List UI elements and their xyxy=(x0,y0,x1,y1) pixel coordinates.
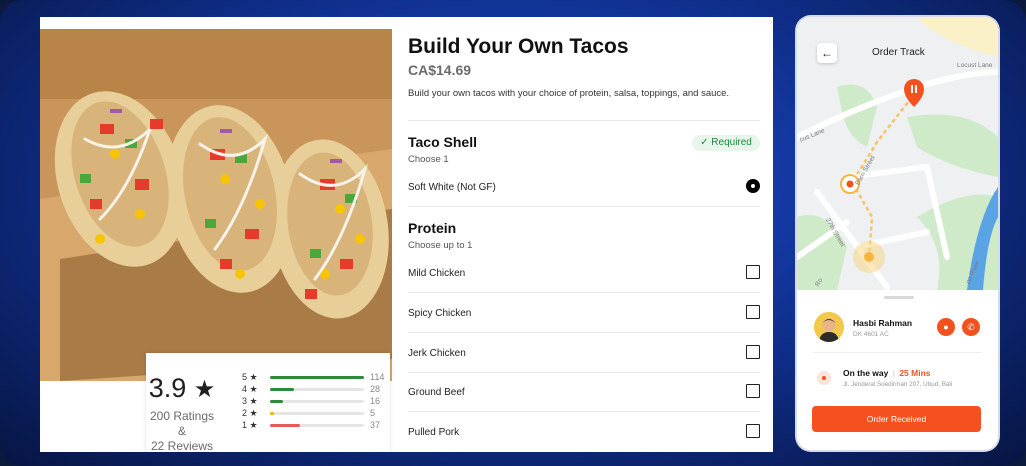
order-sheet: Hasbi Rahman DK 4601 AC ● ✆ On the way |… xyxy=(797,290,998,450)
ratings-text: 200 Ratings & xyxy=(149,409,215,438)
rating-bar-track xyxy=(270,400,364,403)
option-label: Soft White (Not GF) xyxy=(408,182,496,193)
rating-score: 3.9 ★ xyxy=(146,373,218,404)
option-label: Spicy Chicken xyxy=(408,308,472,319)
option-label: Jerk Chicken xyxy=(408,348,466,359)
status-divider: | xyxy=(892,368,895,378)
map[interactable]: ← Order Track Locust Lane cus Lane Barn … xyxy=(797,17,998,290)
option-label: Mild Chicken xyxy=(408,268,466,279)
option-label: Ground Beef xyxy=(408,387,465,398)
option-label: Pulled Pork xyxy=(408,427,460,438)
divider xyxy=(408,120,760,121)
rating-bar-label: 2 ★ xyxy=(242,408,258,418)
rating-bar-fill xyxy=(270,412,274,415)
taco-illustration xyxy=(40,29,392,381)
taco-shell-subtitle: Choose 1 xyxy=(408,154,449,165)
delivery-status: On the way | 25 Mins xyxy=(843,368,931,378)
rating-bar-label: 3 ★ xyxy=(242,396,258,406)
checkbox[interactable] xyxy=(746,345,760,359)
rating-bar-count: 16 xyxy=(370,396,381,406)
rating-bar-row: 4 ★ 28 xyxy=(242,383,386,395)
rating-summary: 3.9 ★ 200 Ratings & 22 Reviews 5 ★ 114 4 ★… xyxy=(146,353,390,452)
taco-shell-title: Taco Shell xyxy=(408,134,477,150)
status-eta: 25 Mins xyxy=(899,368,931,378)
checkbox[interactable] xyxy=(746,384,760,398)
divider xyxy=(408,372,760,373)
protein-title: Protein xyxy=(408,220,457,236)
rating-breakdown: 5 ★ 114 4 ★ 28 3 ★ 16 2 ★ 5 1 ★ 37 xyxy=(242,371,386,431)
product-title: Build Your Own Tacos xyxy=(408,35,629,58)
avatar xyxy=(814,312,844,342)
location-dot-icon xyxy=(817,371,831,385)
rating-bar-count: 37 xyxy=(370,420,381,430)
rating-bar-row: 5 ★ 114 xyxy=(242,371,386,383)
chat-icon[interactable]: ● xyxy=(937,318,955,336)
drag-handle[interactable] xyxy=(884,296,914,299)
rating-bar-label: 5 ★ xyxy=(242,372,258,382)
divider xyxy=(408,292,760,293)
product-description: Build your own tacos with your choice of… xyxy=(408,88,730,99)
rating-bar-fill xyxy=(270,424,301,427)
rating-bar-track xyxy=(270,388,364,391)
back-button[interactable]: ← xyxy=(817,43,837,63)
status-text: On the way xyxy=(843,368,889,378)
product-card: 3.9 ★ 200 Ratings & 22 Reviews 5 ★ 114 4 ★… xyxy=(40,17,773,452)
delivery-address: Jl. Jenderal Soedirman 207, Ubud, Bali xyxy=(843,381,953,388)
protein-subtitle: Choose up to 1 xyxy=(408,240,473,251)
rating-bar-fill xyxy=(270,400,284,403)
required-badge: ✓ Required xyxy=(692,135,760,151)
divider xyxy=(408,411,760,412)
page-title: Order Track xyxy=(872,47,925,58)
checkbox[interactable] xyxy=(746,305,760,319)
order-track-phone: ← Order Track Locust Lane cus Lane Barn … xyxy=(797,17,998,450)
driver-plate: DK 4601 AC xyxy=(853,331,889,338)
taco-photo xyxy=(40,29,392,381)
divider xyxy=(408,206,760,207)
rating-value: 3.9 xyxy=(148,373,187,403)
radio-selected[interactable] xyxy=(746,179,760,193)
phone-icon[interactable]: ✆ xyxy=(962,318,980,336)
divider xyxy=(814,352,982,353)
street-label: Locust Lane xyxy=(957,62,993,69)
checkbox[interactable] xyxy=(746,424,760,438)
driver-name: Hasbi Rahman xyxy=(853,318,913,328)
rating-bar-row: 3 ★ 16 xyxy=(242,395,386,407)
rating-bar-fill xyxy=(270,388,294,391)
rating-bar-row: 2 ★ 5 xyxy=(242,407,386,419)
order-received-button[interactable]: Order Received xyxy=(812,406,981,432)
rating-bar-track xyxy=(270,424,364,427)
reviews-text: 22 Reviews xyxy=(150,439,214,452)
rating-bar-count: 5 xyxy=(370,408,376,418)
product-price: CA$14.69 xyxy=(408,62,472,78)
rating-bar-count: 28 xyxy=(370,384,381,394)
rating-bar-count: 114 xyxy=(370,372,385,382)
checkbox[interactable] xyxy=(746,265,760,279)
rating-bar-label: 4 ★ xyxy=(242,384,258,394)
rating-bar-track xyxy=(270,376,364,379)
rating-bar-track xyxy=(270,412,364,415)
rating-bar-row: 1 ★ 37 xyxy=(242,419,386,431)
rating-bar-fill xyxy=(270,376,364,379)
rating-count: 200 Ratings & 22 Reviews xyxy=(146,409,218,452)
star-icon: ★ xyxy=(193,376,216,403)
rating-bar-label: 1 ★ xyxy=(242,420,258,430)
divider xyxy=(408,332,760,333)
